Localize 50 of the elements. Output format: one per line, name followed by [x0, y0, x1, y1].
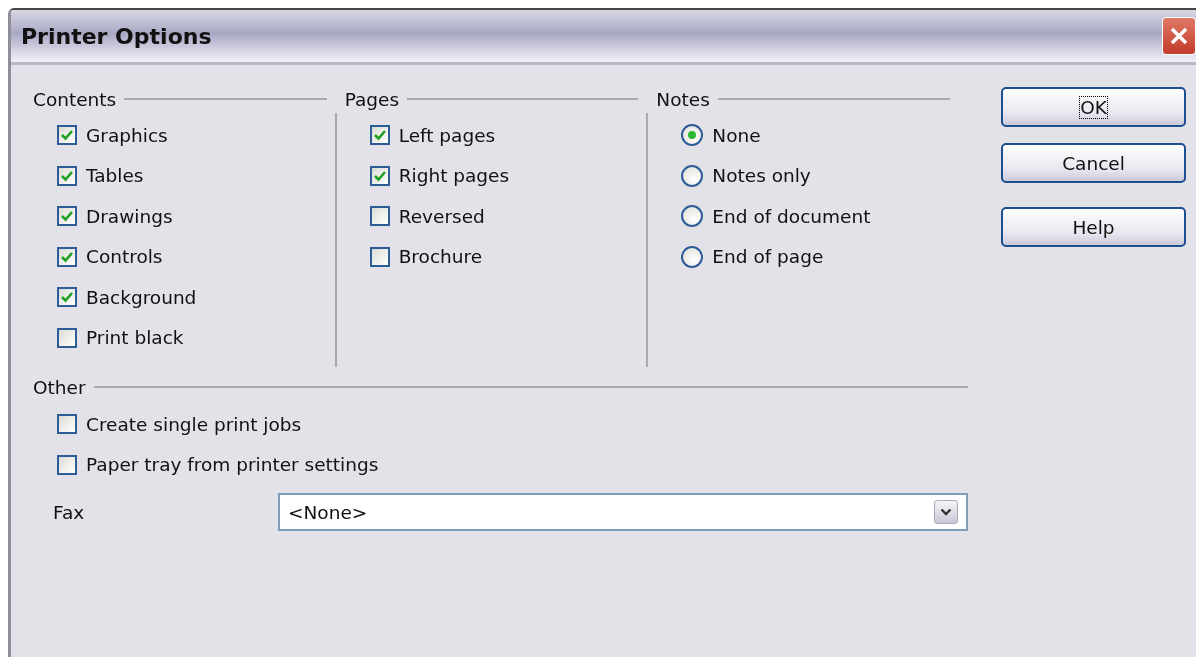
radio-button[interactable]	[681, 245, 704, 268]
checkbox[interactable]	[57, 246, 77, 267]
group-title: Notes	[656, 88, 710, 110]
fax-dropdown[interactable]: <None>	[278, 493, 968, 531]
radio-button[interactable]	[681, 164, 704, 187]
checkbox-option[interactable]: Brochure	[369, 236, 657, 277]
checkbox-option[interactable]: Right pages	[369, 155, 657, 196]
close-icon	[1169, 26, 1189, 46]
group-title: Other	[33, 376, 86, 398]
checkbox-option[interactable]: Graphics	[57, 115, 345, 156]
checkbox-option[interactable]: Create single print jobs	[57, 404, 968, 445]
checkbox-option[interactable]: Tables	[57, 155, 345, 196]
checkbox-option[interactable]: Background	[57, 277, 345, 318]
checkbox-option[interactable]: Left pages	[369, 115, 657, 156]
radio-button[interactable]	[681, 124, 704, 147]
checkbox[interactable]	[57, 165, 77, 186]
radio-option[interactable]: End of document	[681, 196, 968, 237]
checkbox-option[interactable]: Print black	[57, 317, 345, 358]
check-icon	[60, 128, 74, 143]
checkbox[interactable]	[57, 454, 77, 475]
checkbox[interactable]	[369, 165, 390, 186]
radio-button[interactable]	[681, 205, 704, 228]
checkbox[interactable]	[369, 125, 390, 146]
check-icon	[60, 209, 74, 224]
dialog-button[interactable]: OK	[1001, 87, 1186, 127]
checkbox[interactable]	[369, 246, 390, 267]
checkbox[interactable]	[57, 287, 77, 308]
check-icon	[60, 290, 74, 305]
checkbox-option[interactable]: Paper tray from printer settings	[57, 444, 968, 485]
close-button[interactable]	[1162, 17, 1196, 55]
group-title: Contents	[33, 88, 117, 110]
checkbox[interactable]	[57, 206, 77, 227]
checkbox[interactable]	[369, 206, 390, 227]
window-title: Printer Options	[20, 23, 212, 49]
checkbox-option[interactable]: Drawings	[57, 196, 345, 237]
radio-option[interactable]: End of page	[681, 236, 968, 277]
fax-label: Fax	[53, 501, 86, 523]
chevron-down-icon	[940, 507, 952, 517]
group-title: Pages	[344, 88, 400, 110]
checkbox-option[interactable]: Controls	[57, 236, 345, 277]
radio-option[interactable]: Notes only	[681, 155, 968, 196]
checkbox-option[interactable]: Reversed	[369, 196, 657, 237]
dropdown-button[interactable]	[934, 500, 958, 524]
checkbox[interactable]	[57, 327, 77, 348]
dialog-button[interactable]: Help	[1001, 207, 1186, 247]
dialog-button[interactable]: Cancel	[1001, 143, 1186, 183]
check-icon	[372, 128, 387, 143]
radio-option[interactable]: None	[681, 115, 968, 156]
checkbox[interactable]	[57, 125, 77, 146]
checkbox[interactable]	[57, 414, 77, 435]
